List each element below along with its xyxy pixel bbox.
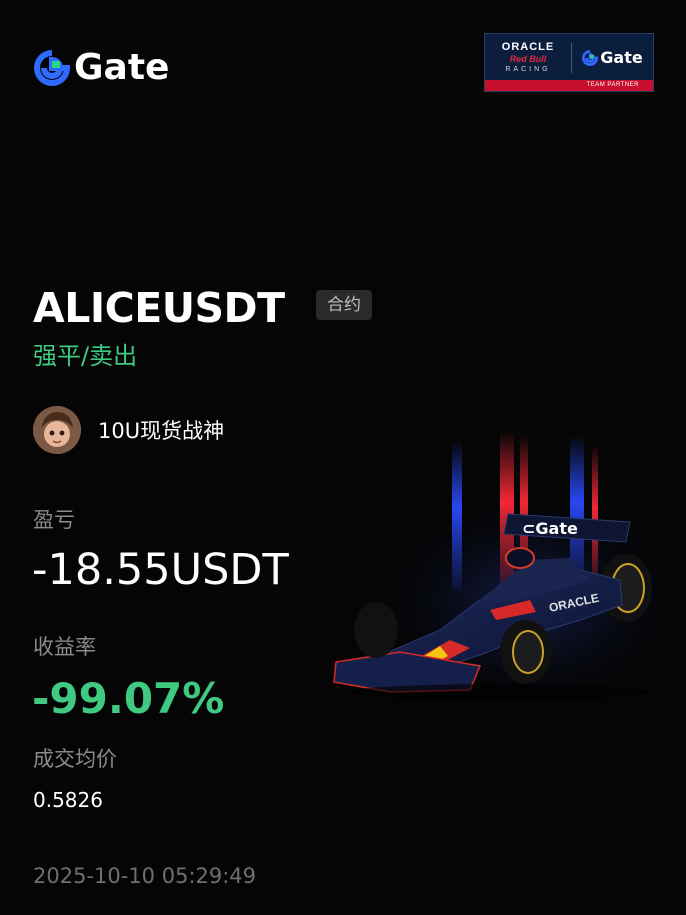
gate-logo: Gate [34, 48, 169, 88]
gate-logo-icon [34, 50, 70, 86]
pnl-label: 盈亏 [33, 508, 75, 532]
trade-direction: 强平/卖出 [33, 342, 138, 370]
light-beam [592, 445, 598, 585]
gate-logo-text: Gate [74, 47, 170, 88]
light-beam [452, 440, 462, 590]
partner-gate-text: Gate [600, 48, 643, 67]
avg-price-value: 0.5826 [33, 788, 103, 812]
contract-tag: 合约 [316, 290, 372, 320]
username: 10U现货战神 [98, 419, 225, 443]
team-partner-label: TEAM PARTNER [485, 80, 653, 91]
trading-pair-symbol: ALICEUSDT [33, 284, 285, 332]
roi-value: -99.07% [32, 674, 225, 723]
avatar [33, 406, 81, 454]
pnl-value: -18.55USDT [32, 545, 289, 595]
redbull-racing-logo: ORACLE Red Bull RACING [485, 41, 571, 74]
share-card: Gate ORACLE Red Bull RACING Gate TEAM PA… [0, 0, 686, 915]
roi-label: 收益率 [33, 635, 96, 659]
timestamp: 2025-10-10 05:29:49 [33, 864, 257, 888]
front-wheel [354, 602, 398, 658]
f1-car-illustration: ⊂Gate ORACLE [333, 430, 686, 710]
partner-gate-icon [582, 49, 599, 66]
partner-oracle-text: ORACLE [501, 41, 555, 53]
avatar-image [33, 406, 81, 454]
team-partner-badge: ORACLE Red Bull RACING Gate TEAM PARTNER [484, 33, 654, 92]
partner-redbull-text: Red Bull [509, 54, 547, 64]
rear-wing-text: ⊂Gate [522, 519, 578, 538]
partner-gate-logo: Gate [572, 48, 653, 67]
partner-racing-text: RACING [505, 66, 551, 73]
avg-price-label: 成交均价 [33, 747, 117, 771]
